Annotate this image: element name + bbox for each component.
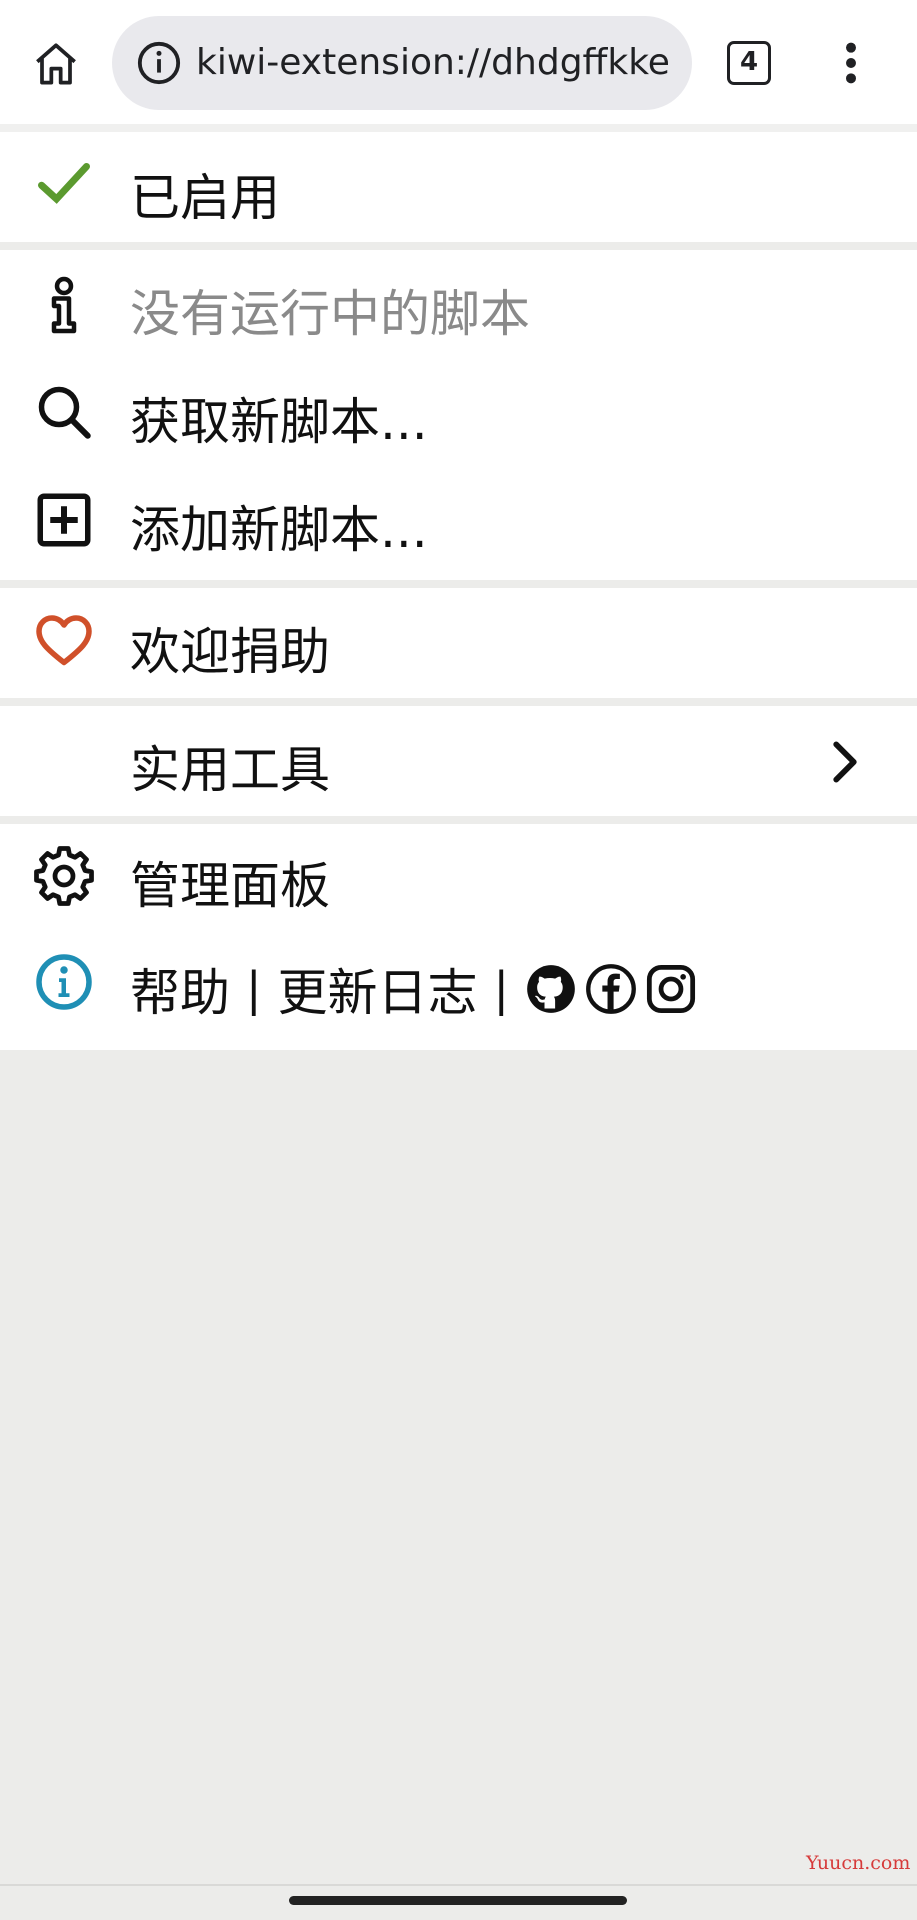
checkmark-icon [38, 163, 90, 204]
changelog-link[interactable]: 更新日志 [278, 953, 478, 1025]
info-bold-icon [51, 276, 77, 334]
help-link[interactable]: 帮助 [130, 953, 230, 1025]
facebook-icon[interactable] [585, 963, 637, 1015]
divider [0, 580, 917, 588]
enabled-label: 已启用 [130, 169, 280, 227]
tab-switcher-button[interactable]: 4 [727, 41, 771, 85]
help-links-bar: 帮助 | 更新日志 | [130, 934, 705, 1044]
search-icon [38, 386, 91, 439]
github-icon[interactable] [525, 963, 577, 1015]
gear-icon [34, 846, 94, 906]
menu-item-get-new-script[interactable]: 获取新脚本... [0, 360, 917, 470]
info-icon[interactable] [136, 40, 182, 86]
menu-item-add-new-script[interactable]: 添加新脚本... [0, 470, 917, 580]
menu-item-no-running-scripts: 没有运行中的脚本 [0, 250, 917, 360]
utilities-label: 实用工具 [130, 741, 330, 799]
home-icon[interactable] [28, 36, 84, 92]
gesture-nav-bar[interactable] [289, 1896, 627, 1905]
menu-item-donate[interactable]: 欢迎捐助 [0, 588, 917, 698]
instagram-icon[interactable] [645, 963, 697, 1015]
toolbar-divider [0, 124, 917, 132]
url-text: kiwi-extension://dhdgffkke [196, 42, 670, 83]
donate-label: 欢迎捐助 [130, 623, 330, 681]
add-new-script-label: 添加新脚本... [130, 501, 428, 559]
extension-popup-menu: 已启用 没有运行中的脚本 获取新脚本... 添加新脚本... 欢迎捐助 实用工具… [0, 132, 917, 1050]
add-box-icon [37, 493, 91, 547]
browser-toolbar: kiwi-extension://dhdgffkke 4 [0, 0, 917, 126]
menu-item-dashboard[interactable]: 管理面板 [0, 824, 917, 934]
divider [0, 698, 917, 706]
no-scripts-label: 没有运行中的脚本 [130, 285, 530, 343]
heart-icon [36, 615, 92, 666]
divider [0, 816, 917, 824]
get-new-script-label: 获取新脚本... [130, 393, 428, 451]
menu-item-help-links: 帮助 | 更新日志 | [0, 934, 917, 1050]
overflow-menu-icon[interactable] [836, 40, 866, 86]
watermark-text: Yuucn.com [806, 1852, 911, 1874]
address-bar[interactable]: kiwi-extension://dhdgffkke [112, 16, 692, 110]
divider [0, 242, 917, 250]
info-circle-icon [36, 954, 92, 1010]
link-separator: | [493, 962, 510, 1016]
dashboard-label: 管理面板 [130, 857, 330, 915]
nav-divider [0, 1884, 917, 1886]
chevron-right-icon [833, 741, 857, 783]
menu-item-utilities[interactable]: 实用工具 [0, 706, 917, 816]
link-separator: | [246, 962, 262, 1016]
menu-item-enabled[interactable]: 已启用 [0, 132, 917, 242]
